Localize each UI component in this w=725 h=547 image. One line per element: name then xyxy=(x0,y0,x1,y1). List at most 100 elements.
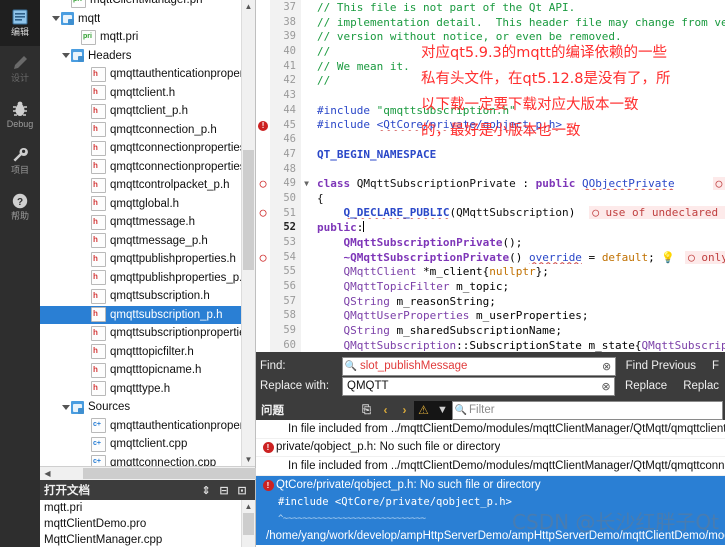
code-line-43[interactable]: 43 xyxy=(256,88,725,103)
tree-hscroll-left-button[interactable]: ◀ xyxy=(40,467,55,480)
mode-item-debug[interactable]: Debug xyxy=(0,92,40,138)
mode-item-projects[interactable]: 项目 xyxy=(0,138,40,184)
tree-item-10[interactable]: h qmqttcontrolpacket_p.h xyxy=(40,176,255,195)
tree-item-7[interactable]: h qmqttconnection_p.h xyxy=(40,121,255,140)
tree-item-15[interactable]: h qmqttpublishproperties_p.h xyxy=(40,269,255,288)
mode-item-help[interactable]: ? 帮助 xyxy=(0,184,40,230)
tree-vertical-scrollbar[interactable]: ▲ ▼ xyxy=(241,0,255,466)
code-line-56[interactable]: 56 QMqttTopicFilter m_topic; xyxy=(256,279,725,294)
tree-item-16[interactable]: h qmqttsubscription.h xyxy=(40,287,255,306)
code-line-57[interactable]: 57 QString m_reasonString; xyxy=(256,293,725,309)
problem-row-1[interactable]: ! private/qobject_p.h: No such file or d… xyxy=(256,439,725,458)
tree-item-9[interactable]: h qmqttconnectionproperties_p.h xyxy=(40,158,255,177)
code-line-48[interactable]: 48 xyxy=(256,161,725,177)
replace-input[interactable]: QMQTT ⊗ xyxy=(342,376,615,396)
tree-item-12[interactable]: h qmqttmessage.h xyxy=(40,213,255,232)
tree-scroll-thumb[interactable] xyxy=(243,150,254,270)
expand-arrow-icon[interactable] xyxy=(52,14,61,23)
replace-button[interactable]: Replace xyxy=(619,380,673,392)
clear-replace-icon[interactable]: ⊗ xyxy=(598,380,614,393)
tree-scroll-up-button[interactable]: ▲ xyxy=(242,0,255,13)
code-line-59[interactable]: 59 QString m_sharedSubscriptionName; xyxy=(256,323,725,338)
tree-item-11[interactable]: h qmqttglobal.h xyxy=(40,195,255,214)
find-next-button[interactable]: F xyxy=(706,360,725,372)
tree-hscroll-thumb[interactable] xyxy=(83,468,275,479)
tree-item-13[interactable]: h qmqttmessage_p.h xyxy=(40,232,255,251)
open-documents-title: 打开文档 xyxy=(44,485,90,497)
copy-icon[interactable]: ⎘ xyxy=(357,401,376,420)
tree-item-22[interactable]: Sources xyxy=(40,398,255,417)
find-previous-button[interactable]: Find Previous xyxy=(620,360,702,372)
tree-item-19[interactable]: h qmqtttopicfilter.h xyxy=(40,343,255,362)
open-document-item-1[interactable]: mqttClientDemo.pro xyxy=(40,516,255,532)
close-panel-icon[interactable]: ⊡ xyxy=(233,481,251,499)
code-line-52[interactable]: 52 public: xyxy=(256,220,725,235)
code-line-39[interactable]: 39 // version without notice, or even be … xyxy=(256,29,725,45)
replace-all-button[interactable]: Replac xyxy=(677,380,725,392)
code-line-40[interactable]: 40 // xyxy=(256,44,725,59)
tree-horizontal-scrollbar[interactable]: ◀ ▶ xyxy=(40,466,275,480)
tree-item-6[interactable]: h qmqttclient_p.h xyxy=(40,102,255,121)
tree-item-20[interactable]: h qmqtttopicname.h xyxy=(40,361,255,380)
opendocs-scroll-thumb[interactable] xyxy=(243,513,254,535)
tree-item-25[interactable]: c+ qmqttconnection.cpp xyxy=(40,454,255,466)
problem-row-2[interactable]: In file included from ../mqttClientDemo/… xyxy=(256,457,725,476)
opendocs-scrollbar[interactable]: ▲ xyxy=(241,500,255,547)
problems-filter-input[interactable]: 🔍 Filter xyxy=(452,400,723,420)
tree-item-21[interactable]: h qmqtttype.h xyxy=(40,380,255,399)
tree-item-23[interactable]: c+ qmqttauthenticationproperties.cpp xyxy=(40,417,255,436)
tree-item-3[interactable]: Headers xyxy=(40,47,255,66)
code-line-41[interactable]: 41 // We mean it. xyxy=(256,58,725,74)
find-input[interactable]: 🔍 slot_publishMessage ⊗ xyxy=(342,356,616,376)
tree-item-8[interactable]: h qmqttconnectionproperties.h xyxy=(40,139,255,158)
tree-item-18[interactable]: h qmqttsubscriptionproperties.h xyxy=(40,324,255,343)
tree-item-24[interactable]: c+ qmqttclient.cpp xyxy=(40,435,255,454)
code-editor[interactable]: 37 // This file is not part of the Qt API… xyxy=(256,0,725,352)
tree-item-4[interactable]: h qmqttauthenticationproperties.h xyxy=(40,65,255,84)
filter-funnel-icon[interactable]: ▼ xyxy=(433,400,452,420)
split-view-icon[interactable]: ⊟ xyxy=(215,481,233,499)
problems-list[interactable]: In file included from ../mqttClientDemo/… xyxy=(256,420,725,547)
problem-row-0[interactable]: In file included from ../mqttClientDemo/… xyxy=(256,420,725,439)
code-line-49[interactable]: ◯ 49 ▼ class QMqttSubscriptionPrivate : pub… xyxy=(256,176,725,191)
clear-find-icon[interactable]: ⊗ xyxy=(599,360,615,373)
code-line-58[interactable]: 58 QMqttUserProperties m_userProperties; xyxy=(256,308,725,324)
code-line-55[interactable]: 55 QMqttClient *m_client{nullptr}; xyxy=(256,264,725,280)
code-line-42[interactable]: 42 // xyxy=(256,73,725,89)
sort-updown-icon[interactable]: ⇕ xyxy=(197,481,215,499)
replace-label: Replace with: xyxy=(260,380,330,392)
code-line-50[interactable]: 50 { xyxy=(256,190,725,206)
mode-item-design[interactable]: 设计 xyxy=(0,46,40,92)
code-line-38[interactable]: 38 // implementation detail. This header … xyxy=(256,14,725,30)
code-line-53[interactable]: 53 QMqttSubscriptionPrivate(); xyxy=(256,235,725,250)
tree-item-17[interactable]: h qmqttsubscription_p.h xyxy=(40,305,255,324)
opendocs-scroll-up-button[interactable]: ▲ xyxy=(242,500,255,513)
expand-arrow-icon[interactable] xyxy=(62,51,71,60)
problem-row-3[interactable]: ! QtCore/private/qobject_p.h: No such fi… xyxy=(256,475,725,495)
prev-arrow-icon[interactable]: ‹ xyxy=(376,401,395,420)
fold-collapse-icon[interactable]: ▼ xyxy=(301,179,312,188)
tree-scroll-down-button[interactable]: ▼ xyxy=(242,453,255,466)
tree-item-14[interactable]: h qmqttpublishproperties.h xyxy=(40,250,255,269)
next-arrow-icon[interactable]: › xyxy=(395,401,414,420)
tree-hscroll-track[interactable] xyxy=(55,467,275,480)
code-line-46[interactable]: 46 xyxy=(256,132,725,147)
code-line-51[interactable]: ◯ 51 Q_DECLARE_PUBLIC(QMqttSubscription) ◯… xyxy=(256,205,725,221)
tree-item-0[interactable]: pri mqttClientManager.pri xyxy=(40,0,255,10)
project-tree[interactable]: pri mqttClientManager.pri mqtt pri mqtt.pri H… xyxy=(40,0,255,466)
tree-item-1[interactable]: mqtt xyxy=(40,10,255,29)
code-line-47[interactable]: 47 QT_BEGIN_NAMESPACE xyxy=(256,146,725,162)
expand-arrow-icon[interactable] xyxy=(62,403,71,412)
code-line-44[interactable]: 44 #include "qmqttsubscription.h" xyxy=(256,102,725,118)
warning-filter-icon[interactable]: ⚠ xyxy=(414,400,433,420)
tree-item-5[interactable]: h qmqttclient.h xyxy=(40,84,255,103)
open-document-item-2[interactable]: MqttClientManager.cpp xyxy=(40,532,255,547)
code-line-45[interactable]: ! 45 #include <QtCore/private/qobject_p.h> xyxy=(256,117,725,133)
code-line-60[interactable]: 60 QMqttSubscription::SubscriptionState … xyxy=(256,337,725,352)
code-line-37[interactable]: 37 // This file is not part of the Qt API… xyxy=(256,0,725,15)
open-document-item-0[interactable]: mqtt.pri xyxy=(40,500,255,516)
open-documents-list[interactable]: mqtt.pri mqttClientDemo.pro MqttClientMana… xyxy=(40,500,255,547)
mode-item-edit[interactable]: 编辑 xyxy=(0,0,40,46)
code-line-54[interactable]: ◯ 54 ~QMqttSubscriptionPrivate() override… xyxy=(256,249,725,265)
tree-item-2[interactable]: pri mqtt.pri xyxy=(40,28,255,47)
